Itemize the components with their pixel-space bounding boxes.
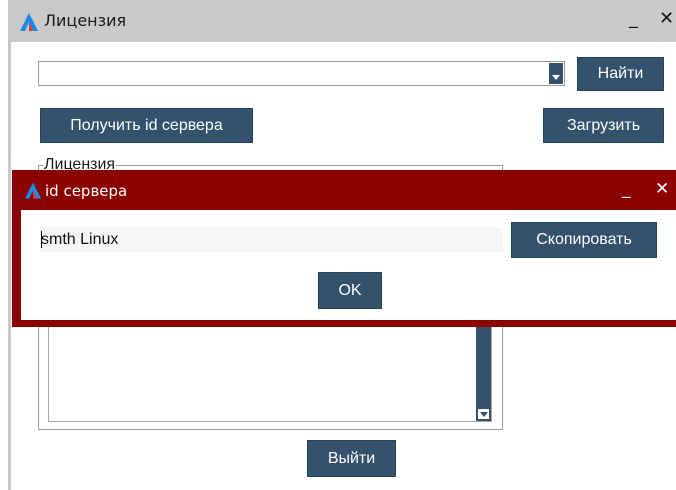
dialog-close-button[interactable]: ✕ bbox=[655, 179, 669, 199]
ok-button[interactable]: OK bbox=[318, 272, 382, 309]
scroll-down-arrow-icon[interactable] bbox=[477, 408, 490, 420]
dropdown-arrow-icon[interactable] bbox=[549, 63, 563, 84]
dialog-titlebar[interactable]: id сервера _ ✕ bbox=[12, 170, 676, 210]
server-id-dialog: id сервера _ ✕ Скопировать OK bbox=[12, 170, 676, 327]
find-button[interactable]: Найти bbox=[577, 57, 664, 91]
app-logo-icon bbox=[20, 13, 38, 31]
get-server-id-button[interactable]: Получить id сервера bbox=[40, 108, 253, 143]
dialog-minimize-button[interactable]: _ bbox=[622, 179, 631, 199]
app-logo-icon bbox=[24, 182, 42, 199]
server-id-field[interactable] bbox=[40, 227, 503, 252]
exit-button[interactable]: Выйти bbox=[307, 440, 396, 477]
upload-button[interactable]: Загрузить bbox=[543, 108, 664, 143]
minimize-button[interactable]: _ bbox=[629, 9, 638, 29]
dialog-body: Скопировать OK bbox=[21, 210, 676, 320]
dialog-title: id сервера bbox=[45, 182, 128, 200]
close-button[interactable]: ✕ bbox=[659, 9, 674, 29]
license-select[interactable] bbox=[38, 61, 565, 86]
text-cursor bbox=[41, 231, 42, 248]
license-window-titlebar[interactable]: Лицензия _ ✕ bbox=[11, 0, 676, 42]
window-title: Лицензия bbox=[44, 11, 127, 30]
copy-button[interactable]: Скопировать bbox=[511, 222, 657, 258]
